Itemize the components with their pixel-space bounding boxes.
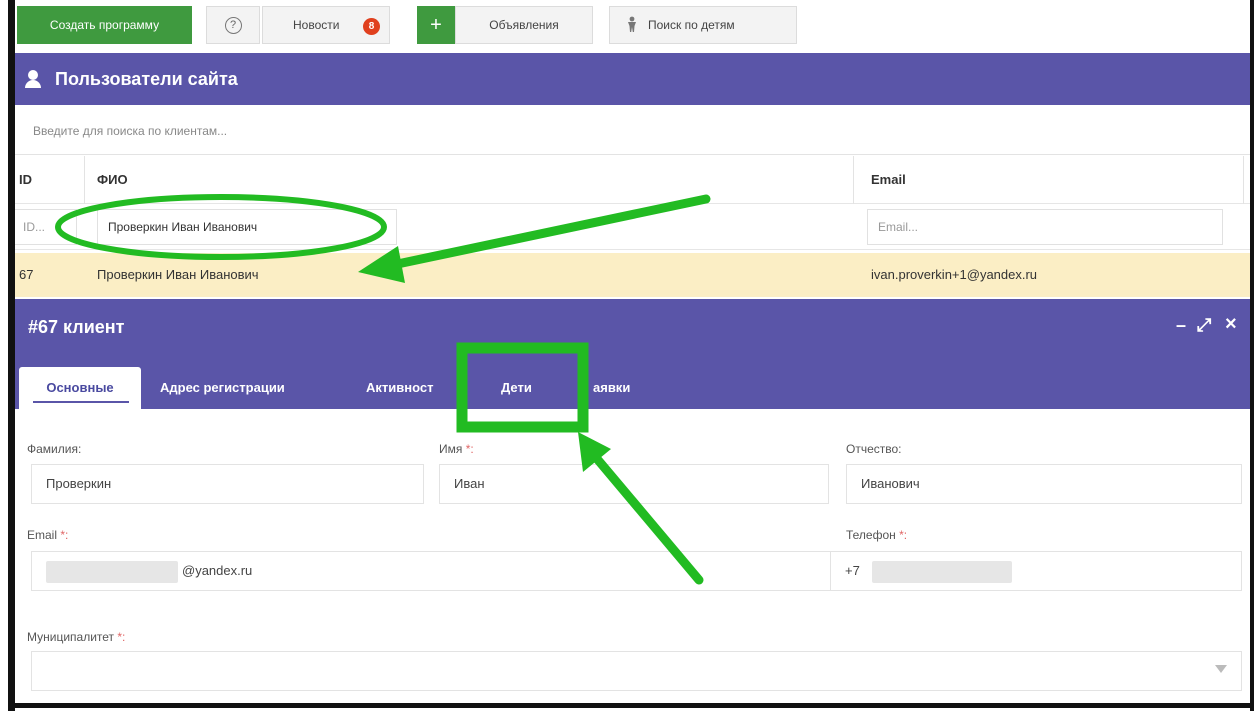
frame-border xyxy=(1250,0,1254,711)
news-button[interactable]: Новости 8 xyxy=(262,6,390,44)
email-filter-input[interactable]: Email... xyxy=(867,209,1223,245)
lastname-field[interactable]: Проверкин xyxy=(31,464,424,504)
chevron-down-icon xyxy=(1215,665,1227,673)
help-icon: ? xyxy=(224,16,242,34)
user-icon xyxy=(23,69,43,89)
add-announcement-button[interactable]: + xyxy=(417,6,455,44)
active-tab-underline xyxy=(33,401,129,403)
fio-filter-input[interactable]: Проверкин Иван Иванович xyxy=(97,209,397,245)
minimize-icon[interactable]: – xyxy=(1176,315,1186,336)
email-label: Email *: xyxy=(27,528,69,542)
municipality-select[interactable] xyxy=(31,651,1242,691)
users-panel-title: Пользователи сайта xyxy=(55,68,238,89)
search-children-label: Поиск по детям xyxy=(648,18,735,32)
table-row[interactable]: 67 Проверкин Иван Иванович ivan.proverki… xyxy=(15,253,1250,297)
child-icon xyxy=(626,16,638,35)
row-fio: Проверкин Иван Иванович xyxy=(97,267,259,282)
email-field[interactable]: @yandex.ru xyxy=(31,551,831,591)
column-header-email[interactable]: Email xyxy=(871,156,906,204)
news-count-badge: 8 xyxy=(363,18,380,35)
phone-field[interactable]: +7 xyxy=(830,551,1242,591)
redacted-email-part xyxy=(46,560,178,583)
firstname-field[interactable]: Иван xyxy=(439,464,829,504)
screenshot-frame: Создать программу ? Новости 8 + Объявлен… xyxy=(0,0,1256,711)
tab-registration-address[interactable]: Адрес регистрации xyxy=(160,367,285,409)
plus-icon: + xyxy=(430,13,442,36)
client-form: Фамилия: Проверкин Имя *: Иван Отчество:… xyxy=(15,409,1250,703)
client-dialog-header: #67 клиент – ⤢ × Основные Адрес регистра… xyxy=(15,299,1250,409)
client-dialog-title: #67 клиент xyxy=(28,317,125,337)
announcements-button[interactable]: Объявления xyxy=(455,6,593,44)
column-header-id[interactable]: ID xyxy=(19,156,32,204)
client-tabs: Основные Адрес регистрации Активност Дет… xyxy=(15,361,715,409)
tab-children[interactable]: Дети xyxy=(501,367,532,409)
frame-border xyxy=(8,0,15,711)
client-search-input[interactable]: Введите для поиска по клиентам... xyxy=(15,107,1250,155)
id-filter-input[interactable]: ID... xyxy=(13,209,77,245)
tab-applications[interactable]: аявки xyxy=(593,367,630,409)
patronymic-field[interactable]: Иванович xyxy=(846,464,1242,504)
redacted-phone-part xyxy=(871,560,1012,583)
row-id: 67 xyxy=(19,267,34,282)
row-email: ivan.proverkin+1@yandex.ru xyxy=(871,267,1038,282)
firstname-label: Имя *: xyxy=(439,442,474,456)
frame-border xyxy=(8,703,1254,708)
help-button[interactable]: ? xyxy=(206,6,260,44)
users-table-header: ID ФИО Email xyxy=(15,156,1250,204)
tab-activity[interactable]: Активност xyxy=(366,367,433,409)
search-children-button[interactable]: Поиск по детям xyxy=(609,6,797,44)
phone-label: Телефон *: xyxy=(846,528,908,542)
column-header-fio[interactable]: ФИО xyxy=(97,156,128,204)
lastname-label: Фамилия: xyxy=(27,442,82,456)
users-panel-header: Пользователи сайта xyxy=(15,53,1250,105)
close-icon[interactable]: × xyxy=(1225,313,1237,336)
tab-main[interactable]: Основные xyxy=(19,367,141,409)
news-label: Новости xyxy=(293,18,340,32)
users-table-filter-row: ID... Проверкин Иван Иванович Email... xyxy=(13,204,1250,250)
create-program-button[interactable]: Создать программу xyxy=(17,6,192,44)
top-toolbar: Создать программу ? Новости 8 + Объявлен… xyxy=(15,0,1250,50)
expand-icon[interactable]: ⤢ xyxy=(1197,315,1211,336)
patronymic-label: Отчество: xyxy=(846,442,902,456)
municipality-label: Муниципалитет *: xyxy=(27,630,126,644)
